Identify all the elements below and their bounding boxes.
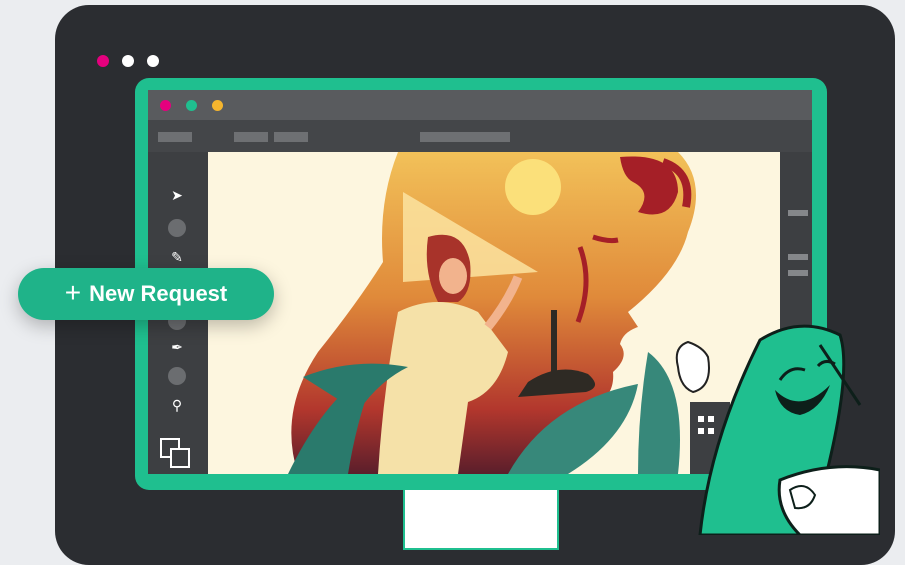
close-traffic-light[interactable] [160,100,171,111]
window-dot-white-1 [122,55,134,67]
app-menubar [148,120,812,152]
zoom-magnifier-icon[interactable]: ⚲ [166,396,188,414]
panel-bar-2[interactable] [788,254,808,260]
brush-icon[interactable]: ✎ [166,248,188,266]
minimize-traffic-light[interactable] [186,100,197,111]
plus-icon: + [64,276,82,308]
new-request-button[interactable]: + New Request [18,268,274,320]
menu-item-4[interactable] [420,132,510,142]
menu-item-3[interactable] [274,132,308,142]
tool-circle-icon[interactable] [168,219,186,237]
panel-bar-3[interactable] [788,270,808,276]
fill-stroke-swatch-icon[interactable] [160,438,190,468]
menu-item-1[interactable] [158,132,192,142]
pen-nib-icon[interactable]: ✒ [166,338,188,356]
menu-item-2[interactable] [234,132,268,142]
selection-arrow-icon[interactable]: ➤ [166,186,188,204]
app-titlebar [148,90,812,120]
tool-circle-icon[interactable] [168,367,186,385]
maximize-traffic-light[interactable] [212,100,223,111]
new-request-label: New Request [89,281,228,306]
monitor-stand [403,490,559,550]
window-dot-white-2 [147,55,159,67]
panel-bar-1[interactable] [788,210,808,216]
window-dot-pink [97,55,109,67]
cucumber-mascot [698,324,880,535]
